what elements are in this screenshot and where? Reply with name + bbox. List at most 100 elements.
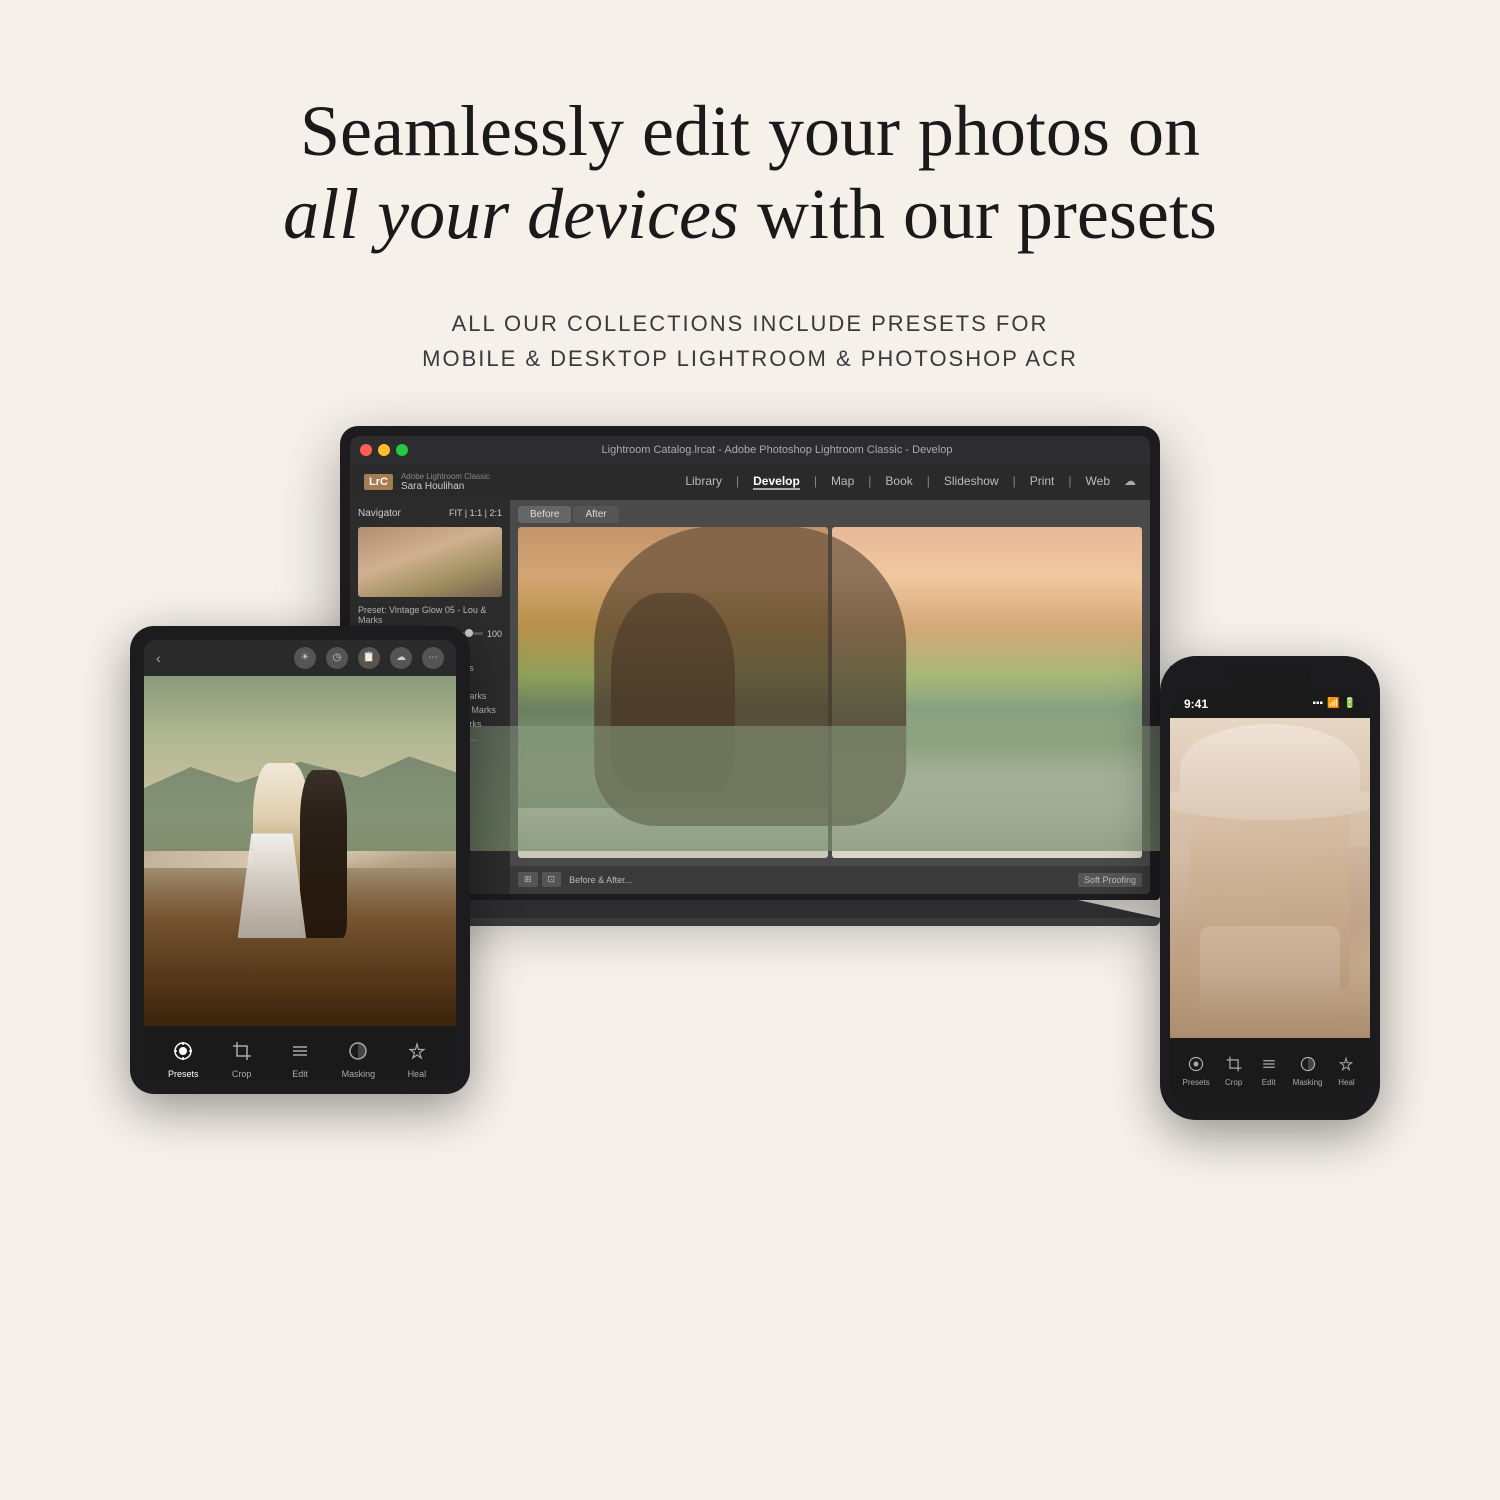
- iphone-device: 9:41 ▪▪▪ 📶 🔋: [1160, 656, 1380, 1120]
- ipad-tool-edit[interactable]: Edit: [271, 1037, 329, 1079]
- ipad-tool-masking[interactable]: Masking: [329, 1037, 387, 1079]
- ipad-photo: [144, 676, 456, 1026]
- iphone-edit-icon: [1258, 1053, 1280, 1075]
- iphone-edit-label: Edit: [1262, 1078, 1276, 1087]
- crop-icon: [228, 1037, 256, 1065]
- iphone-masking-label: Masking: [1293, 1078, 1323, 1087]
- lr-strip-proof[interactable]: Soft Proofing: [1078, 873, 1142, 887]
- lr-preset-label: Preset: Vintage Glow 05 - Lou & Marks: [358, 605, 502, 625]
- iphone-bottom-toolbar: Presets Crop Edit: [1170, 1038, 1370, 1103]
- battery-icon: 🔋: [1344, 698, 1356, 709]
- ipad-top-bar: ‹ ☀ ◷ 📋 ☁ ⋯: [144, 640, 456, 676]
- lr-after-btn[interactable]: After: [573, 506, 618, 523]
- ipad-icon-4[interactable]: ☁: [390, 647, 412, 669]
- ipad-screen: ‹ ☀ ◷ 📋 ☁ ⋯: [144, 640, 456, 1080]
- iphone-notch: [1170, 666, 1370, 690]
- lr-photo-after: [832, 527, 1142, 858]
- ipad-tool-heal-label: Heal: [408, 1069, 427, 1079]
- ipad-back-button[interactable]: ‹: [156, 650, 161, 666]
- lr-nav-map[interactable]: Map: [831, 474, 854, 490]
- iphone-tool-edit[interactable]: Edit: [1258, 1053, 1280, 1087]
- ipad-icon-5[interactable]: ⋯: [422, 647, 444, 669]
- edit-icon: [286, 1037, 314, 1065]
- iphone-crop-icon: [1223, 1053, 1245, 1075]
- lr-navigator-controls: FIT | 1:1 | 2:1: [449, 508, 502, 519]
- main-headline: Seamlessly edit your photos on all your …: [283, 90, 1217, 256]
- subheadline-line2: MOBILE & DESKTOP LIGHTROOM & PHOTOSHOP A…: [422, 346, 1078, 371]
- heal-icon: [403, 1037, 431, 1065]
- lr-navigator-label: Navigator: [358, 508, 401, 519]
- lr-amount-value: 100: [487, 629, 502, 639]
- signal-icon: ▪▪▪: [1312, 698, 1323, 709]
- iphone-time: 9:41: [1184, 697, 1208, 711]
- lr-strip-mode[interactable]: Before & After...: [569, 875, 632, 885]
- iphone-person-overlay: [1170, 718, 1370, 1038]
- lightroom-app: LrC Adobe Lightroom Classic Sara Houliha…: [350, 464, 1150, 894]
- iphone-presets-label: Presets: [1183, 1078, 1210, 1087]
- lr-bottom-strip: ⊞ ⊡ Before & After... Soft Proofing: [510, 866, 1150, 894]
- dot-green[interactable]: [396, 444, 408, 456]
- iphone-tool-masking[interactable]: Masking: [1293, 1053, 1323, 1087]
- iphone-crop-label: Crop: [1225, 1078, 1242, 1087]
- ipad-tool-heal[interactable]: Heal: [388, 1037, 446, 1079]
- ipad-tool-masking-label: Masking: [342, 1069, 376, 1079]
- ipad-icon-3[interactable]: 📋: [358, 647, 380, 669]
- ipad-bottom-toolbar: Presets Crop Edit: [144, 1026, 456, 1080]
- wifi-icon: 📶: [1327, 698, 1339, 709]
- lr-navigator-thumb: [358, 527, 502, 597]
- notch-bar: [1230, 669, 1310, 687]
- ipad-photo-overlay: [144, 816, 456, 1026]
- ipad-tool-presets-label: Presets: [168, 1069, 199, 1079]
- lr-cloud-icon: ☁: [1124, 474, 1136, 490]
- lr-nav-library[interactable]: Library: [685, 474, 722, 490]
- lr-username: Sara Houlihan: [401, 481, 490, 492]
- dot-yellow[interactable]: [378, 444, 390, 456]
- iphone-status-icons: ▪▪▪ 📶 🔋: [1312, 698, 1356, 709]
- lr-logo: LrC: [364, 474, 393, 490]
- lr-nav: Library | Develop | Map | Book | Slidesh…: [685, 474, 1136, 490]
- lr-main-area: Navigator FIT | 1:1 | 2:1 Preset: Vintag…: [350, 500, 1150, 894]
- lr-top-bar: LrC Adobe Lightroom Classic Sara Houliha…: [350, 464, 1150, 500]
- headline-normal: with our presets: [739, 174, 1217, 254]
- iphone-heal-label: Heal: [1338, 1078, 1354, 1087]
- iphone-tool-crop[interactable]: Crop: [1223, 1053, 1245, 1087]
- ipad-tool-crop-label: Crop: [232, 1069, 252, 1079]
- lr-before-btn[interactable]: Before: [518, 506, 571, 523]
- ipad-toolbar-icons: ☀ ◷ 📋 ☁ ⋯: [294, 647, 444, 669]
- lr-nav-web[interactable]: Web: [1086, 474, 1110, 490]
- lr-content: Before After: [510, 500, 1150, 894]
- lr-before-after-toggle: Before After: [510, 500, 1150, 527]
- lr-nav-book[interactable]: Book: [885, 474, 912, 490]
- ipad-tool-crop[interactable]: Crop: [212, 1037, 270, 1079]
- lr-strip-btn2[interactable]: ⊡: [542, 872, 562, 887]
- ipad-tool-edit-label: Edit: [292, 1069, 308, 1079]
- lr-photos-area: [510, 527, 1150, 866]
- iphone-tool-presets[interactable]: Presets: [1183, 1053, 1210, 1087]
- headline-italic: all your devices: [283, 174, 739, 254]
- ipad-tool-presets[interactable]: Presets: [154, 1037, 212, 1079]
- presets-icon: [169, 1037, 197, 1065]
- lr-nav-slideshow[interactable]: Slideshow: [944, 474, 999, 490]
- iphone-photo: [1170, 718, 1370, 1038]
- devices-container: Lightroom Catalog.lrcat - Adobe Photosho…: [100, 426, 1400, 1276]
- subheadline: ALL OUR COLLECTIONS INCLUDE PRESETS FOR …: [422, 306, 1078, 376]
- iphone-masking-icon: [1297, 1053, 1319, 1075]
- masking-icon: [344, 1037, 372, 1065]
- lr-nav-develop[interactable]: Develop: [753, 474, 800, 490]
- subheadline-line1: ALL OUR COLLECTIONS INCLUDE PRESETS FOR: [452, 311, 1049, 336]
- iphone-screen: 9:41 ▪▪▪ 📶 🔋: [1170, 690, 1370, 1110]
- headline-line1: Seamlessly edit your photos on: [300, 91, 1200, 171]
- iphone-heal-icon: [1335, 1053, 1357, 1075]
- laptop-title: Lightroom Catalog.lrcat - Adobe Photosho…: [414, 444, 1140, 456]
- lr-after-image: [832, 527, 1142, 858]
- iphone-tool-heal[interactable]: Heal: [1335, 1053, 1357, 1087]
- lr-strip-btn[interactable]: ⊞: [518, 872, 538, 887]
- ipad-device: ‹ ☀ ◷ 📋 ☁ ⋯: [130, 626, 470, 1094]
- laptop-titlebar: Lightroom Catalog.lrcat - Adobe Photosho…: [350, 436, 1150, 464]
- ipad-icon-2[interactable]: ◷: [326, 647, 348, 669]
- iphone-status-bar: 9:41 ▪▪▪ 📶 🔋: [1170, 690, 1370, 718]
- lr-navigator: Navigator FIT | 1:1 | 2:1: [358, 508, 502, 519]
- lr-nav-print[interactable]: Print: [1030, 474, 1055, 490]
- dot-red[interactable]: [360, 444, 372, 456]
- ipad-icon-1[interactable]: ☀: [294, 647, 316, 669]
